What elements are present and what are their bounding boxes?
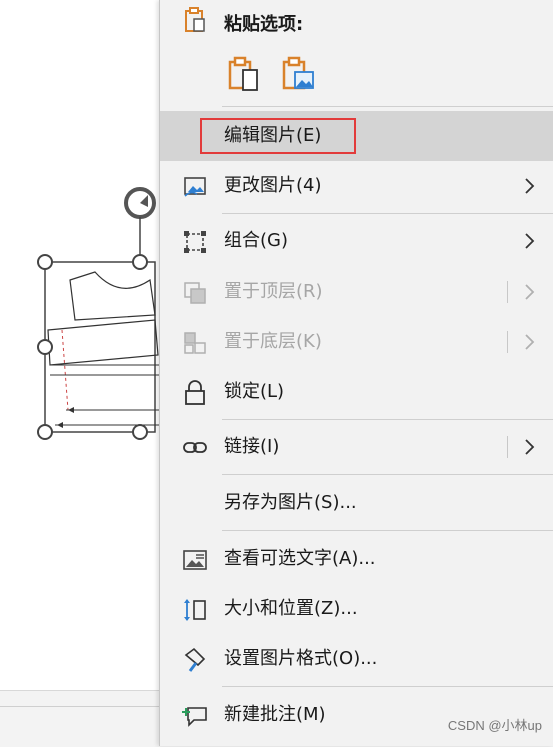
size-position-icon (182, 597, 208, 623)
selected-picture[interactable] (0, 180, 170, 460)
chevron-right-icon (525, 439, 535, 455)
menu-item-group[interactable]: 组合(G) (160, 216, 553, 266)
menu-item-link[interactable]: 链接(I) (160, 422, 553, 472)
clipboard-icon (182, 7, 208, 33)
separator (222, 686, 553, 687)
menu-item-label: 链接(I) (224, 436, 280, 457)
separator (222, 530, 553, 531)
paste-options-title: 粘贴选项: (224, 14, 304, 35)
menu-item-label: 另存为图片(S)... (224, 492, 357, 513)
menu-item-label: 置于顶层(R) (224, 281, 323, 302)
watermark: CSDN @小林up (447, 718, 542, 733)
menu-item-change-picture[interactable]: 更改图片(4) (160, 161, 553, 211)
menu-item-size-position[interactable]: 大小和位置(Z)... (160, 584, 553, 634)
change-picture-icon (182, 174, 208, 200)
context-menu: 粘贴选项: 编辑图片(E) 更改图片(4) 组合(G) 置于顶层(R) 置于底层… (159, 0, 553, 746)
send-to-back-icon (182, 330, 208, 356)
menu-item-label: 新建批注(M) (224, 704, 326, 725)
menu-item-lock[interactable]: 锁定(L) (160, 367, 553, 417)
menu-item-label: 设置图片格式(O)... (224, 648, 378, 669)
submenu-divider (507, 281, 508, 303)
lock-icon (182, 380, 208, 406)
group-icon (182, 229, 208, 255)
chevron-right-icon (525, 178, 535, 194)
submenu-divider (507, 436, 508, 458)
alt-text-icon (182, 547, 208, 573)
menu-item-format-picture[interactable]: 设置图片格式(O)... (160, 634, 553, 684)
separator (222, 213, 553, 214)
paste-options-header: 粘贴选项: (160, 0, 553, 44)
chevron-right-icon (525, 334, 535, 350)
chevron-right-icon (525, 233, 535, 249)
paste-as-picture-icon[interactable] (280, 56, 316, 92)
highlight-box (200, 118, 356, 154)
separator (222, 474, 553, 475)
format-brush-icon (182, 647, 208, 673)
new-comment-icon (182, 703, 208, 729)
menu-item-send-to-back[interactable]: 置于底层(K) (160, 317, 553, 367)
paste-keep-source-icon[interactable] (226, 56, 262, 92)
menu-item-label: 置于底层(K) (224, 331, 322, 352)
menu-item-save-as-picture[interactable]: 另存为图片(S)... (160, 478, 553, 528)
menu-item-alt-text[interactable]: 查看可选文字(A)... (160, 534, 553, 584)
menu-item-label: 查看可选文字(A)... (224, 548, 376, 569)
menu-item-bring-to-front[interactable]: 置于顶层(R) (160, 267, 553, 317)
menu-item-label: 大小和位置(Z)... (224, 598, 358, 619)
separator (222, 106, 553, 107)
menu-item-label: 锁定(L) (224, 381, 285, 402)
menu-item-label: 更改图片(4) (224, 175, 322, 196)
menu-item-label: 组合(G) (224, 230, 288, 251)
chevron-right-icon (525, 284, 535, 300)
separator (222, 419, 553, 420)
submenu-divider (507, 331, 508, 353)
bring-to-front-icon (182, 280, 208, 306)
divider (0, 706, 160, 707)
link-icon (182, 435, 208, 461)
